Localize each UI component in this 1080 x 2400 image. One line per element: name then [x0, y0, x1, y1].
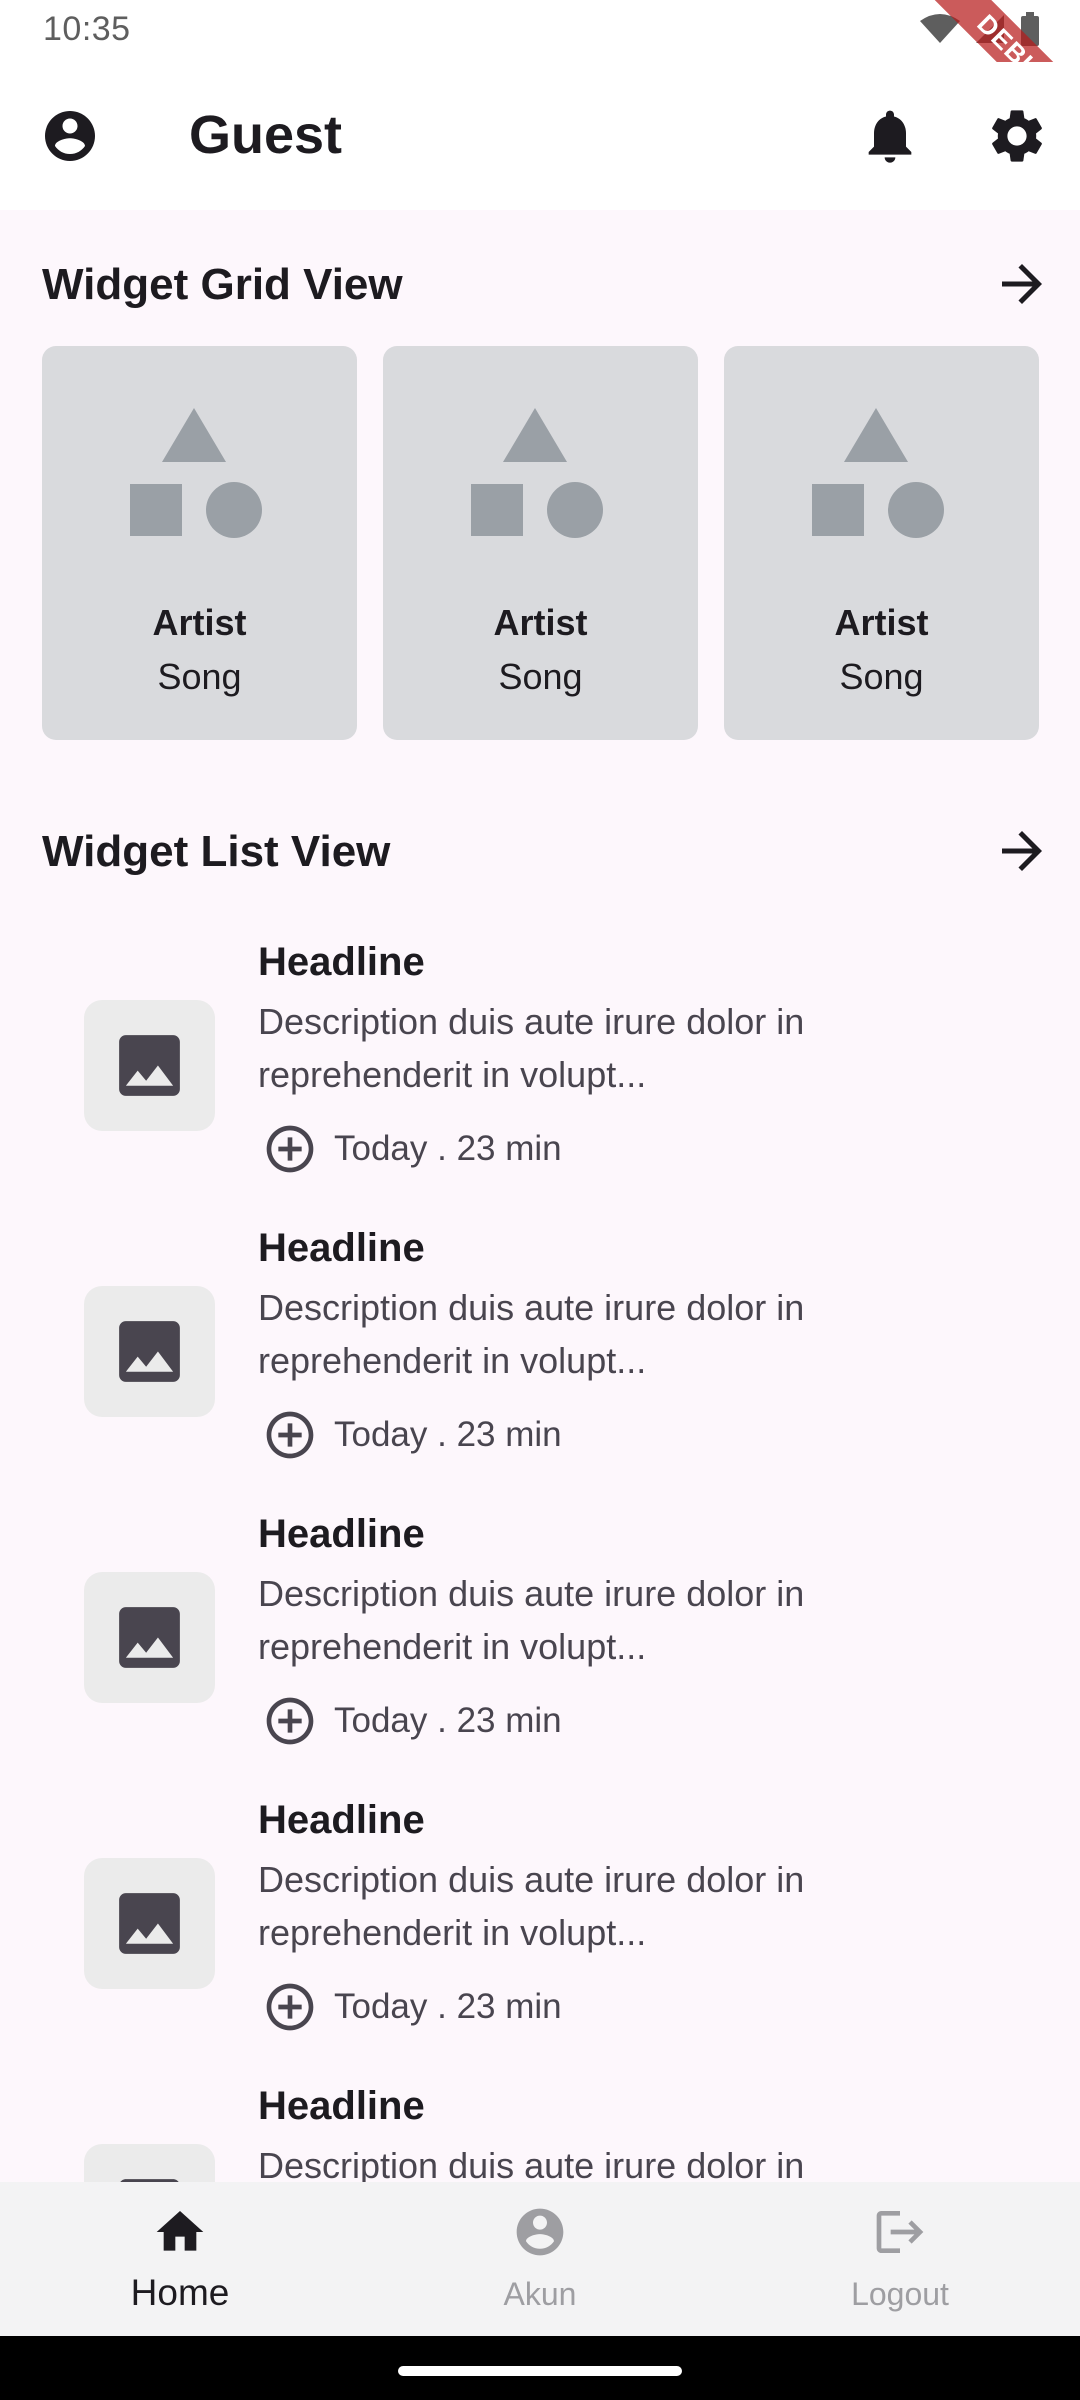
item-meta-text: Today . 23 min [334, 1415, 562, 1454]
item-description: Description duis aute irure dolor in rep… [258, 1573, 805, 1667]
item-meta-text: Today . 23 min [334, 1129, 562, 1168]
item-meta: Today . 23 min [262, 1407, 562, 1463]
list-item[interactable]: Headline Description duis aute irure dol… [0, 1512, 1080, 1798]
bottom-navigation: Home Akun Logout [0, 2182, 1080, 2336]
image-thumbnail [84, 1000, 215, 1131]
card-song: Song [157, 656, 242, 697]
logout-icon [876, 2211, 924, 2253]
arrow-forward-icon[interactable] [992, 821, 1052, 881]
image-icon [119, 1035, 180, 1096]
nav-label-logout: Logout [851, 2276, 949, 2312]
nav-item-akun[interactable]: Akun [360, 2182, 720, 2336]
card-song: Song [498, 656, 583, 697]
nav-label-home: Home [130, 2272, 230, 2313]
item-meta-text: Today . 23 min [334, 1987, 562, 2026]
add-circle-icon[interactable] [262, 1121, 318, 1177]
main-content[interactable]: Widget Grid View Artist Song Artist Song [0, 210, 1080, 2182]
home-indicator[interactable] [398, 2366, 682, 2376]
item-meta: Today . 23 min [262, 1693, 562, 1749]
item-headline: Headline [258, 2084, 425, 2128]
image-icon [119, 1321, 180, 1382]
item-headline: Headline [258, 1226, 425, 1270]
account-icon [516, 2208, 564, 2256]
image-thumbnail [84, 2144, 215, 2182]
item-meta: Today . 23 min [262, 1979, 562, 2035]
item-headline: Headline [258, 940, 425, 984]
shapes-placeholder-icon [812, 408, 944, 538]
item-description: Description duis aute irure dolor in [258, 2145, 805, 2182]
item-meta: Today . 23 min [262, 1121, 562, 1177]
nav-label-akun: Akun [503, 2276, 577, 2312]
grid-card[interactable]: Artist Song [383, 346, 698, 740]
item-description: Description duis aute irure dolor in rep… [258, 1001, 805, 1095]
list-item[interactable]: Headline Description duis aute irure dol… [0, 1226, 1080, 1512]
shapes-placeholder-icon [471, 408, 603, 538]
image-thumbnail [84, 1858, 215, 1989]
item-headline: Headline [258, 1798, 425, 1842]
image-thumbnail [84, 1572, 215, 1703]
widget-grid: Artist Song Artist Song Artist Song [42, 346, 1039, 740]
status-icons [920, 12, 1040, 46]
list-item[interactable]: Headline Description duis aute irure dol… [0, 2084, 1080, 2182]
list-section-title: Widget List View [42, 827, 391, 876]
nav-item-home[interactable]: Home [0, 2182, 360, 2336]
card-artist: Artist [834, 602, 929, 643]
page-title: Guest [189, 105, 343, 165]
image-icon [119, 1893, 180, 1954]
list-item[interactable]: Headline Description duis aute irure dol… [0, 1798, 1080, 2084]
card-artist: Artist [493, 602, 588, 643]
settings-gear-icon[interactable] [985, 104, 1049, 168]
grid-card[interactable]: Artist Song [724, 346, 1039, 740]
signal-icon [976, 15, 1004, 43]
grid-section-header: Widget Grid View [42, 246, 1042, 326]
shapes-placeholder-icon [130, 408, 262, 538]
image-icon [120, 2179, 179, 2182]
wifi-icon [920, 14, 960, 43]
add-circle-icon[interactable] [262, 1407, 318, 1463]
notification-bell-icon[interactable] [858, 104, 922, 168]
system-nav-bar [0, 2336, 1080, 2400]
card-artist: Artist [152, 602, 247, 643]
grid-card[interactable]: Artist Song [42, 346, 357, 740]
image-thumbnail [84, 1286, 215, 1417]
app-bar: Guest [0, 62, 1080, 210]
arrow-forward-icon[interactable] [992, 254, 1052, 314]
list-section-header: Widget List View [42, 813, 1042, 893]
home-icon [156, 2211, 204, 2251]
add-circle-icon[interactable] [262, 1693, 318, 1749]
item-description: Description duis aute irure dolor in rep… [258, 1859, 805, 1953]
battery-icon [1021, 12, 1039, 46]
card-song: Song [839, 656, 924, 697]
grid-section-title: Widget Grid View [42, 260, 403, 309]
item-headline: Headline [258, 1512, 425, 1556]
item-description: Description duis aute irure dolor in rep… [258, 1287, 805, 1381]
list-item[interactable]: Headline Description duis aute irure dol… [0, 940, 1080, 1226]
add-circle-icon[interactable] [262, 1979, 318, 2035]
nav-item-logout[interactable]: Logout [720, 2182, 1080, 2336]
account-circle-icon[interactable] [40, 106, 100, 166]
image-icon [119, 1607, 180, 1668]
status-bar: 10:35 [0, 0, 1080, 62]
item-meta-text: Today . 23 min [334, 1701, 562, 1740]
status-time: 10:35 [43, 10, 131, 48]
